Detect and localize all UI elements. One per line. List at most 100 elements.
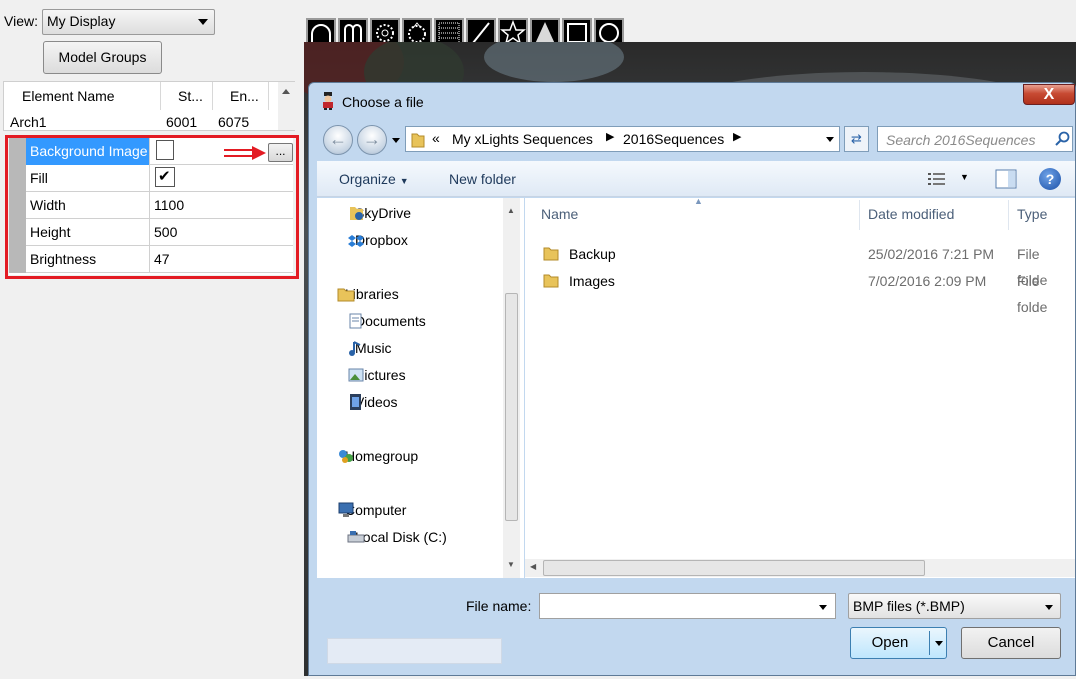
back-button[interactable]: ← — [323, 125, 353, 155]
skydrive-icon — [350, 207, 363, 220]
nav-label: Homegroup — [345, 448, 419, 464]
file-list-scroll-thumb[interactable] — [543, 560, 925, 576]
file-name: Images — [569, 273, 615, 289]
nav-item-skydrive[interactable]: SkyDrive — [317, 201, 507, 225]
file-type: File folde — [1017, 273, 1048, 315]
folder-icon — [543, 274, 559, 288]
element-grid: Element Name St... En... Arch1 6001 6075 — [3, 81, 295, 131]
chevron-down-icon — [198, 19, 208, 25]
scroll-up-icon — [282, 89, 290, 94]
chevron-down-icon: ▼ — [399, 176, 409, 186]
help-icon: ? — [1045, 171, 1055, 187]
column-header-start[interactable]: St... — [161, 82, 213, 110]
new-folder-button[interactable]: New folder — [449, 171, 516, 187]
file-type-filter[interactable]: BMP files (*.BMP) — [848, 593, 1061, 619]
cancel-button[interactable]: Cancel — [961, 627, 1061, 659]
music-icon — [349, 341, 361, 356]
search-input[interactable]: Search 2016Sequences — [877, 126, 1073, 152]
preview-pane-icon[interactable] — [995, 169, 1017, 189]
breadcrumb-separator-icon[interactable]: ▶ — [606, 130, 614, 143]
help-button[interactable]: ? — [1039, 168, 1061, 190]
nav-item-homegroup[interactable]: Homegroup — [317, 444, 507, 468]
column-header-date[interactable]: Date modified — [868, 206, 954, 222]
pictures-icon — [348, 368, 364, 382]
view-options-icon[interactable]: ▼ — [960, 172, 969, 182]
view-dropdown-value: My Display — [47, 13, 116, 29]
sort-ascending-icon: ▲ — [694, 196, 703, 206]
chevron-down-icon[interactable] — [819, 605, 827, 610]
nav-label: Local Disk (C:) — [355, 529, 447, 545]
recent-pages-icon[interactable] — [392, 138, 400, 143]
file-date: 25/02/2016 7:21 PM — [868, 246, 995, 262]
command-bar: Organize ▼ New folder ▼ ? — [317, 161, 1075, 197]
search-icon[interactable] — [1055, 131, 1071, 147]
nav-item-local-disk[interactable]: Local Disk (C:) — [317, 525, 507, 549]
scroll-left-icon[interactable]: ◀ — [530, 562, 536, 571]
address-dropdown-icon[interactable] — [826, 137, 834, 142]
folder-icon — [543, 247, 559, 261]
nav-item-music[interactable]: Music — [317, 336, 507, 360]
forward-button[interactable]: → — [357, 125, 387, 155]
scroll-down-icon[interactable]: ▼ — [507, 560, 515, 569]
file-row-images[interactable]: Images 7/02/2016 2:09 PM File folde — [541, 268, 1071, 315]
element-name-cell[interactable]: Arch1 — [10, 112, 160, 132]
column-header-name[interactable]: Name — [541, 206, 578, 222]
breadcrumb-separator-icon[interactable]: ▶ — [733, 130, 741, 143]
breadcrumb-2016sequences[interactable]: 2016Sequences — [623, 131, 724, 147]
column-divider[interactable] — [859, 200, 860, 230]
dialog-title: Choose a file — [342, 94, 424, 110]
nav-item-dropbox[interactable]: Dropbox — [317, 228, 507, 252]
dropbox-icon — [348, 235, 364, 247]
view-details-icon[interactable] — [927, 171, 947, 187]
address-bar[interactable]: « My xLights Sequences ▶ 2016Sequences ▶ — [405, 126, 840, 152]
nav-item-computer[interactable]: Computer — [317, 498, 507, 522]
split-divider — [929, 631, 930, 655]
layout-panel: View: My Display Model Groups Element Na… — [0, 0, 300, 676]
chevron-down-icon — [1045, 605, 1053, 610]
refresh-icon: ⇄ — [851, 131, 862, 146]
column-header-end[interactable]: En... — [213, 82, 269, 110]
nav-item-documents[interactable]: Documents — [317, 309, 507, 333]
folder-icon — [411, 133, 425, 148]
nutcracker-icon — [323, 92, 333, 110]
scroll-up-icon[interactable]: ▲ — [507, 206, 515, 215]
libraries-icon — [337, 288, 355, 302]
view-dropdown[interactable]: My Display — [42, 9, 215, 35]
chevron-down-icon[interactable] — [935, 641, 943, 646]
drive-icon — [347, 531, 365, 543]
element-start-cell[interactable]: 6001 — [166, 112, 211, 132]
nav-item-pictures[interactable]: Pictures — [317, 363, 507, 387]
view-label: View: — [4, 13, 38, 29]
file-row-backup[interactable]: Backup 25/02/2016 7:21 PM File folde — [541, 241, 1071, 288]
file-name: Backup — [569, 246, 616, 262]
organize-button[interactable]: Organize ▼ — [339, 171, 409, 187]
model-groups-button[interactable]: Model Groups — [43, 41, 162, 74]
column-header-type[interactable]: Type — [1017, 206, 1047, 222]
close-icon: X — [1043, 86, 1055, 103]
refresh-button[interactable]: ⇄ — [844, 126, 869, 152]
close-button[interactable]: X — [1023, 84, 1075, 105]
nav-item-libraries[interactable]: Libraries — [317, 282, 507, 306]
navigation-pane: SkyDrive Dropbox Libraries Documents Mus… — [317, 198, 524, 664]
nav-item-videos[interactable]: Videos — [317, 390, 507, 414]
file-date: 7/02/2016 2:09 PM — [868, 273, 987, 289]
highlight-box — [5, 135, 299, 279]
computer-icon — [338, 502, 354, 517]
homegroup-icon — [339, 450, 353, 463]
nav-selection-highlight — [327, 638, 502, 664]
nav-scroll-thumb[interactable] — [505, 293, 518, 521]
column-header-element-name[interactable]: Element Name — [4, 82, 161, 110]
videos-icon — [350, 394, 361, 410]
file-name-label: File name: — [466, 598, 532, 614]
breadcrumb-overflow[interactable]: « — [432, 130, 440, 146]
grid-scrollbar[interactable] — [278, 82, 295, 130]
back-arrow-icon: ← — [329, 129, 347, 149]
open-label: Open — [871, 634, 909, 651]
forward-arrow-icon: → — [363, 129, 381, 149]
breadcrumb-my-xlights-sequences[interactable]: My xLights Sequences — [452, 131, 593, 147]
column-divider[interactable] — [1008, 200, 1009, 230]
documents-icon — [349, 313, 362, 329]
file-name-input[interactable] — [539, 593, 836, 619]
element-end-cell[interactable]: 6075 — [218, 112, 263, 132]
open-button[interactable]: Open — [850, 627, 947, 659]
